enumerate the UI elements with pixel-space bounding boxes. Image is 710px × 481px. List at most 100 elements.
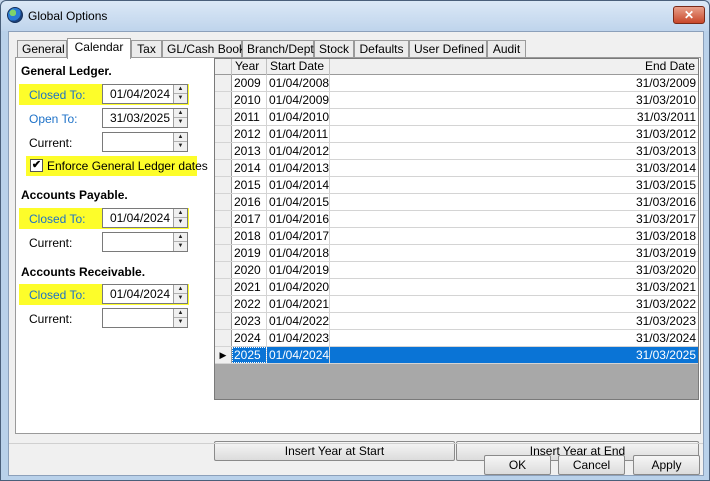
end-date-cell[interactable]: 31/03/2015 (330, 177, 698, 193)
gl-closed-to-field[interactable]: 01/04/2024 ▲ ▼ (102, 84, 188, 104)
start-date-cell[interactable]: 01/04/2015 (267, 194, 330, 210)
ar-current-value[interactable] (103, 309, 173, 327)
end-date-cell[interactable]: 31/03/2014 (330, 160, 698, 176)
table-row[interactable]: 2015 01/04/2014 31/03/2015 (215, 177, 698, 194)
row-header[interactable] (215, 313, 232, 329)
table-row[interactable]: 2012 01/04/2011 31/03/2012 (215, 126, 698, 143)
year-cell[interactable]: 2023 (232, 313, 267, 329)
table-row[interactable]: 2010 01/04/2009 31/03/2010 (215, 92, 698, 109)
row-header[interactable] (215, 92, 232, 108)
tab-tax[interactable]: Tax (131, 40, 162, 58)
row-header[interactable] (215, 262, 232, 278)
start-date-cell[interactable]: 01/04/2013 (267, 160, 330, 176)
row-header[interactable] (215, 228, 232, 244)
spin-down-icon[interactable]: ▼ (174, 218, 187, 227)
gl-closed-to-value[interactable]: 01/04/2024 (103, 85, 173, 103)
gl-open-to-value[interactable]: 31/03/2025 (103, 109, 173, 127)
end-date-cell[interactable]: 31/03/2016 (330, 194, 698, 210)
column-header-end-date[interactable]: End Date (330, 59, 698, 75)
start-date-cell[interactable]: 01/04/2008 (267, 75, 330, 91)
end-date-cell[interactable]: 31/03/2022 (330, 296, 698, 312)
cancel-button[interactable]: Cancel (558, 455, 625, 475)
current-row-indicator-icon[interactable]: ▶ (215, 347, 232, 363)
year-cell[interactable]: 2012 (232, 126, 267, 142)
row-header[interactable] (215, 245, 232, 261)
row-header[interactable] (215, 177, 232, 193)
spin-down-icon[interactable]: ▼ (174, 142, 187, 151)
start-date-cell[interactable]: 01/04/2019 (267, 262, 330, 278)
tab-stock[interactable]: Stock (314, 40, 354, 58)
ap-closed-to-value[interactable]: 01/04/2024 (103, 209, 173, 227)
year-cell[interactable]: 2022 (232, 296, 267, 312)
year-cell[interactable]: 2016 (232, 194, 267, 210)
gl-current-value[interactable] (103, 133, 173, 151)
spin-up-icon[interactable]: ▲ (174, 233, 187, 242)
row-header[interactable] (215, 330, 232, 346)
end-date-cell[interactable]: 31/03/2023 (330, 313, 698, 329)
ok-button[interactable]: OK (484, 455, 551, 475)
table-row[interactable]: 2009 01/04/2008 31/03/2009 (215, 75, 698, 92)
start-date-cell[interactable]: 01/04/2016 (267, 211, 330, 227)
spin-up-icon[interactable]: ▲ (174, 209, 187, 218)
year-cell[interactable]: 2020 (232, 262, 267, 278)
table-row[interactable]: 2023 01/04/2022 31/03/2023 (215, 313, 698, 330)
ar-closed-to-value[interactable]: 01/04/2024 (103, 285, 173, 303)
row-header[interactable] (215, 160, 232, 176)
year-cell[interactable]: 2015 (232, 177, 267, 193)
spin-up-icon[interactable]: ▲ (174, 109, 187, 118)
spin-down-icon[interactable]: ▼ (174, 318, 187, 327)
row-header[interactable] (215, 279, 232, 295)
gl-current-field[interactable]: ▲ ▼ (102, 132, 188, 152)
table-row[interactable]: 2021 01/04/2020 31/03/2021 (215, 279, 698, 296)
ap-current-value[interactable] (103, 233, 173, 251)
gl-open-to-field[interactable]: 31/03/2025 ▲ ▼ (102, 108, 188, 128)
start-date-cell[interactable]: 01/04/2018 (267, 245, 330, 261)
year-cell[interactable]: 2011 (232, 109, 267, 125)
table-row[interactable]: ▶ 2025 01/04/2024 31/03/2025 (215, 347, 698, 364)
year-cell[interactable]: 2010 (232, 92, 267, 108)
tab-user-defined[interactable]: User Defined (409, 40, 487, 58)
tab-defaults[interactable]: Defaults (354, 40, 409, 58)
spin-down-icon[interactable]: ▼ (174, 94, 187, 103)
end-date-cell[interactable]: 31/03/2013 (330, 143, 698, 159)
year-cell[interactable]: 2014 (232, 160, 267, 176)
start-date-cell[interactable]: 01/04/2023 (267, 330, 330, 346)
year-cell[interactable]: 2024 (232, 330, 267, 346)
end-date-cell[interactable]: 31/03/2018 (330, 228, 698, 244)
column-header-year[interactable]: Year (232, 59, 267, 75)
end-date-cell[interactable]: 31/03/2019 (330, 245, 698, 261)
year-cell[interactable]: 2025 (232, 347, 267, 363)
table-row[interactable]: 2018 01/04/2017 31/03/2018 (215, 228, 698, 245)
year-cell[interactable]: 2018 (232, 228, 267, 244)
insert-year-at-start-button[interactable]: Insert Year at Start (214, 441, 455, 461)
tab-general[interactable]: General (17, 40, 67, 58)
start-date-cell[interactable]: 01/04/2020 (267, 279, 330, 295)
table-row[interactable]: 2024 01/04/2023 31/03/2024 (215, 330, 698, 347)
row-header[interactable] (215, 296, 232, 312)
end-date-cell[interactable]: 31/03/2024 (330, 330, 698, 346)
close-button[interactable]: ✕ (673, 6, 705, 24)
start-date-cell[interactable]: 01/04/2009 (267, 92, 330, 108)
start-date-cell[interactable]: 01/04/2012 (267, 143, 330, 159)
start-date-cell[interactable]: 01/04/2024 (267, 347, 330, 363)
tab-calendar[interactable]: Calendar (67, 38, 131, 59)
spin-down-icon[interactable]: ▼ (174, 294, 187, 303)
spin-down-icon[interactable]: ▼ (174, 242, 187, 251)
row-header[interactable] (215, 109, 232, 125)
row-header[interactable] (215, 211, 232, 227)
start-date-cell[interactable]: 01/04/2011 (267, 126, 330, 142)
year-cell[interactable]: 2013 (232, 143, 267, 159)
year-cell[interactable]: 2019 (232, 245, 267, 261)
ar-closed-to-field[interactable]: 01/04/2024 ▲ ▼ (102, 284, 188, 304)
end-date-cell[interactable]: 31/03/2017 (330, 211, 698, 227)
spin-up-icon[interactable]: ▲ (174, 309, 187, 318)
end-date-cell[interactable]: 31/03/2020 (330, 262, 698, 278)
spin-up-icon[interactable]: ▲ (174, 85, 187, 94)
start-date-cell[interactable]: 01/04/2021 (267, 296, 330, 312)
enforce-gl-dates-checkbox[interactable]: ✔ (30, 159, 43, 172)
spin-up-icon[interactable]: ▲ (174, 285, 187, 294)
end-date-cell[interactable]: 31/03/2021 (330, 279, 698, 295)
financial-years-grid[interactable]: Year Start Date End Date 2009 01/04/2008 3… (214, 58, 699, 400)
table-row[interactable]: 2019 01/04/2018 31/03/2019 (215, 245, 698, 262)
year-cell[interactable]: 2017 (232, 211, 267, 227)
